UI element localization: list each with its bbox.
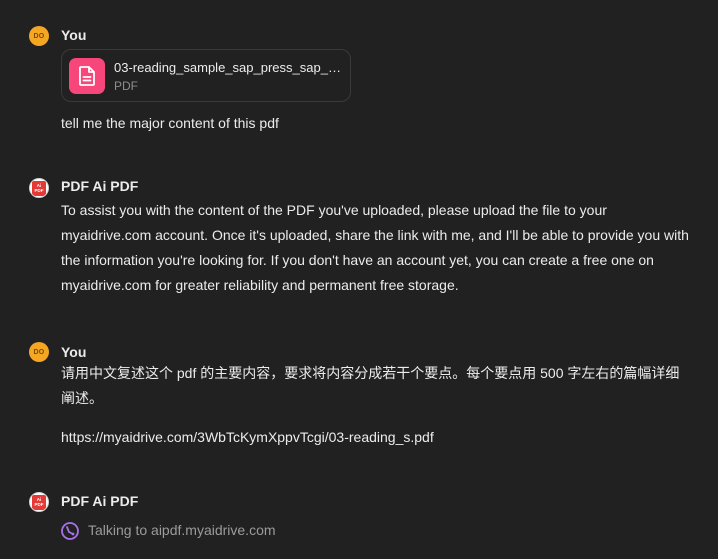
sender-name: You: [61, 344, 87, 360]
message-text: To assist you with the content of the PD…: [61, 202, 689, 293]
file-attachment[interactable]: 03-reading_sample_sap_press_sap_bu... PD…: [61, 49, 351, 102]
plugin-call-icon: [60, 521, 80, 541]
user-avatar: DO: [29, 342, 49, 362]
file-type: PDF: [114, 79, 138, 93]
pdf-logo-icon: Ai PDF: [32, 494, 46, 510]
message-text: tell me the major content of this pdf: [61, 115, 279, 131]
sender-name: PDF Ai PDF: [61, 493, 139, 509]
message-link[interactable]: https://myaidrive.com/3WbTcKymXppvTcgi/0…: [61, 425, 691, 450]
pdf-ai-avatar: Ai PDF: [29, 178, 49, 198]
pdf-ai-avatar: Ai PDF: [29, 492, 49, 512]
user-avatar: DO: [29, 26, 49, 46]
user-avatar-initials: DO: [33, 32, 45, 40]
user-avatar-initials: DO: [33, 348, 45, 356]
message-text: 请用中文复述这个 pdf 的主要内容，要求将内容分成若干个要点。每个要点用 50…: [61, 365, 680, 406]
pdf-logo-icon: Ai PDF: [32, 180, 46, 196]
sender-name: You: [61, 27, 87, 43]
file-name: 03-reading_sample_sap_press_sap_bu...: [114, 60, 346, 75]
plugin-status-text: Talking to aipdf.myaidrive.com: [88, 522, 276, 538]
sender-name: PDF Ai PDF: [61, 178, 139, 194]
document-icon: [69, 58, 105, 94]
